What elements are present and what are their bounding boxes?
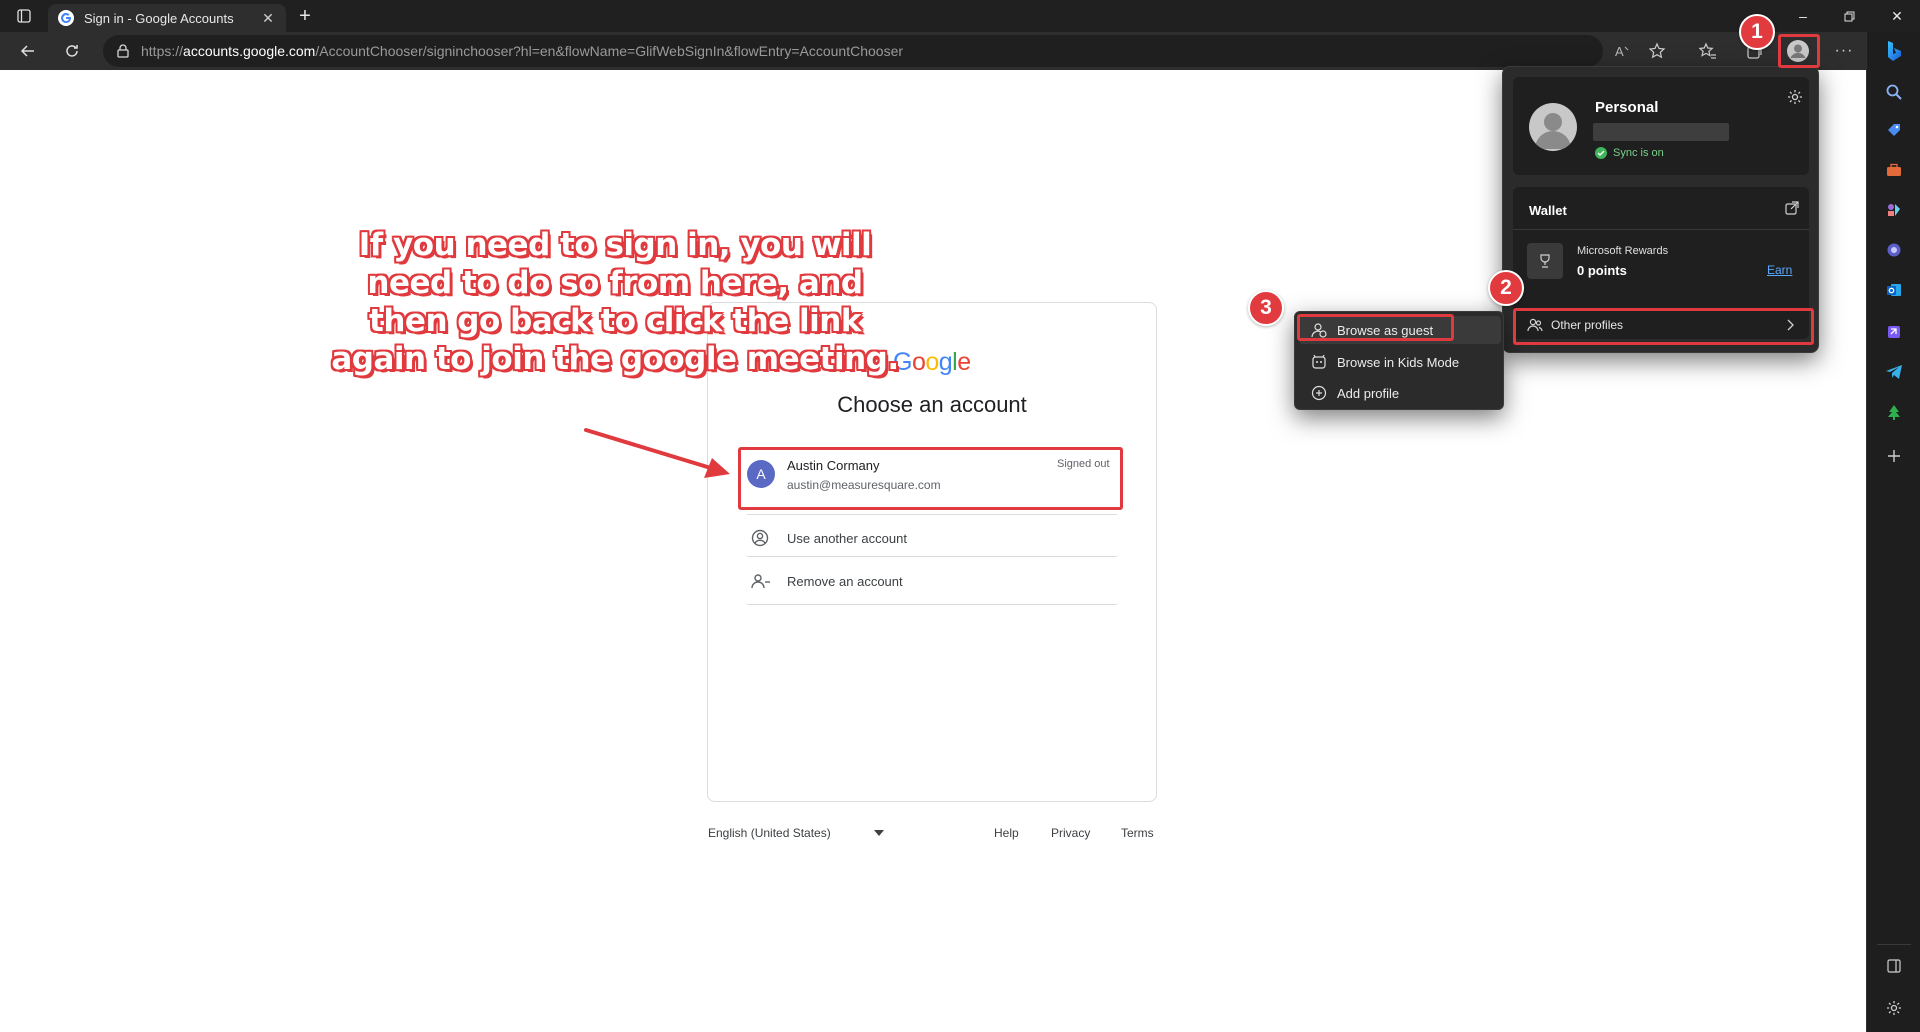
dropdown-arrow-icon[interactable]: [874, 830, 884, 836]
profile-flyout: Personal Sync is on Wallet Microsoft Rew…: [1502, 66, 1819, 353]
check-icon: [1595, 147, 1607, 159]
privacy-link[interactable]: Privacy: [1051, 826, 1090, 840]
add-circle-icon: [1311, 385, 1327, 401]
split-screen-icon[interactable]: [1867, 948, 1920, 984]
google-logo-letter: o: [911, 348, 926, 376]
earn-link[interactable]: Earn: [1767, 263, 1792, 277]
profile-settings-gear-icon[interactable]: [1787, 89, 1803, 105]
outlook-icon[interactable]: [1867, 272, 1920, 308]
bing-chat-icon[interactable]: [1867, 32, 1920, 70]
wallet-divider: [1513, 229, 1809, 230]
rewards-trophy-icon: [1527, 243, 1563, 279]
language-label: English (United States): [708, 826, 831, 840]
shopping-tag-icon[interactable]: [1867, 112, 1920, 148]
games-icon[interactable]: [1867, 192, 1920, 228]
browse-in-kids-mode-item[interactable]: Browse in Kids Mode: [1299, 348, 1501, 376]
browse-as-guest-label: Browse as guest: [1337, 322, 1434, 338]
google-logo-letter: g: [938, 348, 953, 376]
guest-icon: [1311, 323, 1327, 338]
divider: [747, 556, 1117, 557]
tree-icon[interactable]: [1867, 394, 1920, 430]
sync-status: Sync is on: [1595, 147, 1664, 159]
telegram-icon[interactable]: [1867, 354, 1920, 390]
add-sidebar-app-icon[interactable]: [1867, 438, 1920, 474]
account-status: Signed out: [1057, 458, 1110, 470]
read-aloud-icon[interactable]: A: [1604, 32, 1640, 70]
annotation-arrow: [584, 428, 730, 478]
step-badge-3: 3: [1248, 290, 1284, 326]
help-link[interactable]: Help: [994, 826, 1019, 840]
add-favorite-icon[interactable]: [1640, 32, 1676, 70]
profile-avatar: [1529, 103, 1577, 151]
terms-link[interactable]: Terms: [1121, 826, 1154, 840]
profile-avatar-button[interactable]: [1780, 32, 1816, 70]
browse-in-kids-mode-label: Browse in Kids Mode: [1337, 354, 1460, 370]
settings-gear-icon[interactable]: [1867, 990, 1920, 1026]
close-window-button[interactable]: ✕: [1880, 0, 1914, 32]
remove-account-button[interactable]: Remove an account: [747, 560, 1117, 602]
add-profile-label: Add profile: [1337, 385, 1400, 401]
people-icon: [1527, 317, 1543, 333]
microsoft-365-icon[interactable]: [1867, 232, 1920, 268]
account-circle-icon: [747, 529, 787, 547]
remove-person-icon: [747, 572, 787, 590]
restore-button[interactable]: [1834, 0, 1864, 32]
use-another-account-button[interactable]: Use another account: [747, 518, 1117, 558]
other-profiles-label: Other profiles: [1551, 318, 1624, 332]
svg-text:A: A: [1615, 44, 1624, 59]
edge-sidebar: [1866, 32, 1920, 1032]
step-badge-1: 1: [1739, 14, 1775, 50]
google-logo-letter: e: [957, 348, 971, 376]
tools-briefcase-icon[interactable]: [1867, 152, 1920, 188]
drop-icon[interactable]: [1867, 314, 1920, 350]
other-profiles-submenu: Browse as guest Browse in Kids Mode Add …: [1294, 311, 1504, 410]
divider: [747, 514, 1117, 515]
rewards-title: Microsoft Rewards: [1577, 245, 1669, 257]
use-another-account-label: Use another account: [787, 530, 907, 546]
sidebar-divider: [1877, 944, 1911, 945]
page-title: Choose an account: [837, 392, 1027, 417]
search-icon[interactable]: [1867, 74, 1920, 110]
remove-account-label: Remove an account: [787, 573, 903, 589]
profile-email-redacted: [1593, 123, 1729, 141]
open-external-icon[interactable]: [1785, 201, 1799, 215]
google-logo: Google: [893, 348, 971, 377]
sync-status-label: Sync is on: [1613, 147, 1664, 159]
kids-mode-icon: [1312, 354, 1326, 369]
account-email: austin@measuresquare.com: [787, 478, 941, 492]
other-profiles-button[interactable]: Other profiles: [1513, 309, 1809, 341]
favorites-icon[interactable]: [1690, 32, 1726, 70]
wallet-title: Wallet: [1529, 203, 1567, 218]
google-logo-letter: o: [925, 348, 939, 376]
language-selector[interactable]: English (United States): [708, 826, 831, 840]
chevron-right-icon: [1787, 319, 1795, 331]
divider: [747, 604, 1117, 605]
profile-card: Personal Sync is on: [1513, 77, 1809, 175]
browse-as-guest-item[interactable]: Browse as guest: [1299, 316, 1501, 344]
minimize-button[interactable]: –: [1788, 0, 1818, 32]
add-profile-item[interactable]: Add profile: [1299, 379, 1501, 407]
rewards-points: 0 points: [1577, 263, 1627, 278]
account-name: Austin Cormany: [787, 458, 880, 473]
more-options-button[interactable]: ···: [1826, 32, 1862, 70]
step-badge-2: 2: [1488, 270, 1524, 306]
profile-name: Personal: [1595, 99, 1659, 116]
